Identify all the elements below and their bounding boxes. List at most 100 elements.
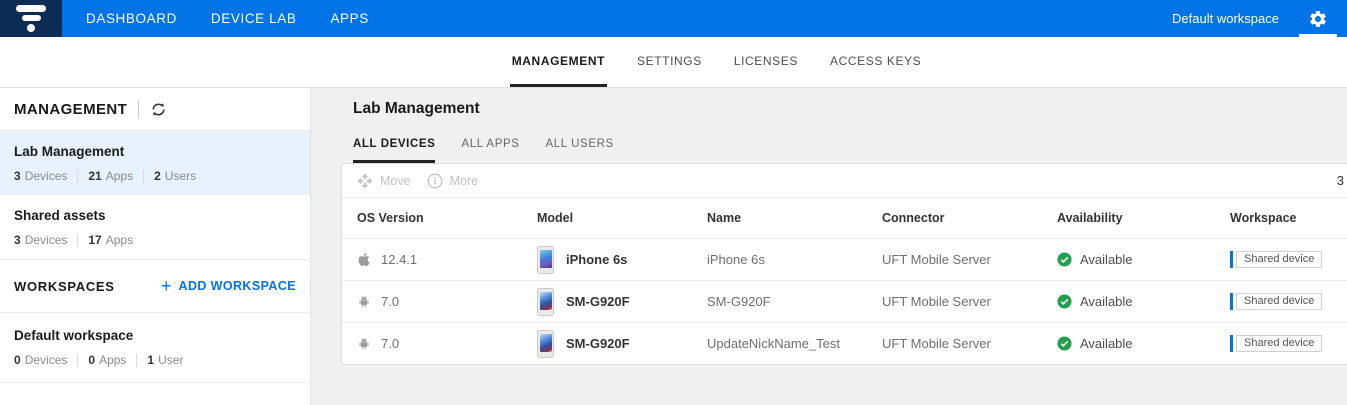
device-thumbnail bbox=[537, 330, 554, 358]
tab-all-devices[interactable]: ALL DEVICES bbox=[353, 138, 435, 163]
logo-bar bbox=[16, 5, 46, 12]
sidebar-item-default-workspace[interactable]: Default workspace 0 Devices 0 Apps 1 User bbox=[0, 312, 310, 383]
logo-bar bbox=[22, 15, 41, 21]
logo-dot bbox=[27, 24, 35, 32]
table-row[interactable]: 7.0 SM-G920F UpdateNickName_Test UFT Mob… bbox=[342, 322, 1347, 364]
stat-label: Devices bbox=[25, 353, 68, 367]
tab-all-users[interactable]: ALL USERS bbox=[546, 138, 614, 163]
check-circle-icon bbox=[1057, 336, 1072, 351]
device-thumbnail bbox=[537, 288, 554, 316]
device-connector: UFT Mobile Server bbox=[882, 294, 1057, 309]
device-model: SM-G920F bbox=[566, 294, 630, 309]
badge-accent-bar bbox=[1230, 335, 1233, 352]
more-button[interactable]: More bbox=[427, 173, 478, 189]
col-model[interactable]: Model bbox=[537, 211, 707, 225]
main-content: Lab Management ALL DEVICES ALL APPS ALL … bbox=[311, 88, 1347, 405]
stat-count: 0 bbox=[14, 353, 21, 367]
device-count: 3 bbox=[1337, 173, 1344, 188]
col-workspace[interactable]: Workspace bbox=[1230, 211, 1347, 225]
sidebar-item-shared-assets[interactable]: Shared assets 3Devices 17Apps bbox=[0, 195, 310, 260]
stat-count: 1 bbox=[147, 353, 154, 367]
table-row[interactable]: 12.4.1 iPhone 6s iPhone 6s UFT Mobile Se… bbox=[342, 238, 1347, 280]
refresh-icon bbox=[150, 101, 167, 118]
divider bbox=[77, 170, 78, 183]
sidebar-item-lab-management[interactable]: Lab Management 3Devices 21Apps 2Users bbox=[0, 131, 310, 195]
workspace-badge: Shared device bbox=[1230, 293, 1322, 310]
check-circle-icon bbox=[1057, 252, 1072, 267]
table-toolbar: Move More 3 bbox=[342, 164, 1347, 198]
table-header-row: OS Version Model Name Connector Availabi… bbox=[342, 198, 1347, 238]
lab-stats: 3Devices 21Apps 2Users bbox=[14, 169, 296, 183]
stat-count: 17 bbox=[88, 233, 101, 247]
stat-label: Users bbox=[165, 169, 196, 183]
availability-status: Available bbox=[1080, 252, 1133, 267]
divider bbox=[136, 354, 137, 367]
gear-icon bbox=[1308, 9, 1328, 29]
nav-apps[interactable]: APPS bbox=[330, 11, 368, 26]
tab-access-keys[interactable]: ACCESS KEYS bbox=[828, 37, 923, 87]
workspace-badge: Shared device bbox=[1230, 335, 1322, 352]
stat-count: 3 bbox=[14, 169, 21, 183]
os-version: 7.0 bbox=[381, 294, 399, 309]
apple-icon bbox=[357, 252, 372, 267]
primary-nav: DASHBOARD DEVICE LAB APPS bbox=[86, 0, 369, 37]
col-connector[interactable]: Connector bbox=[882, 211, 1057, 225]
workspace-name: Default workspace bbox=[14, 328, 296, 343]
badge-label: Shared device bbox=[1236, 293, 1322, 310]
badge-label: Shared device bbox=[1236, 251, 1322, 268]
device-name: SM-G920F bbox=[707, 294, 882, 309]
device-thumbnail bbox=[537, 246, 554, 274]
nav-device-lab[interactable]: DEVICE LAB bbox=[211, 11, 297, 26]
stat-count: 21 bbox=[88, 169, 101, 183]
os-version: 7.0 bbox=[381, 336, 399, 351]
tab-management[interactable]: MANAGEMENT bbox=[510, 37, 607, 87]
check-circle-icon bbox=[1057, 294, 1072, 309]
stat-label: Devices bbox=[25, 169, 68, 183]
badge-accent-bar bbox=[1230, 251, 1233, 268]
divider bbox=[77, 354, 78, 367]
android-icon bbox=[357, 337, 372, 351]
lab-name: Shared assets bbox=[14, 208, 296, 223]
workspaces-title: WORKSPACES bbox=[14, 279, 115, 294]
lab-name: Lab Management bbox=[14, 144, 296, 159]
tab-licenses[interactable]: LICENSES bbox=[732, 37, 800, 87]
col-name[interactable]: Name bbox=[707, 211, 882, 225]
stat-label: Apps bbox=[99, 353, 126, 367]
top-navbar: DASHBOARD DEVICE LAB APPS Default worksp… bbox=[0, 0, 1347, 37]
move-icon bbox=[357, 173, 373, 189]
add-workspace-button[interactable]: + ADD WORKSPACE bbox=[161, 277, 296, 295]
col-availability[interactable]: Availability bbox=[1057, 211, 1230, 225]
device-connector: UFT Mobile Server bbox=[882, 252, 1057, 267]
stat-label: User bbox=[158, 353, 183, 367]
devices-table-card: Move More 3 OS Version Model Name Connec… bbox=[341, 163, 1347, 365]
tab-all-apps[interactable]: ALL APPS bbox=[461, 138, 519, 163]
sidebar-header: MANAGEMENT bbox=[0, 88, 310, 131]
refresh-button[interactable] bbox=[150, 101, 167, 118]
settings-gear-button[interactable] bbox=[1299, 0, 1337, 37]
uft-mobile-logo-icon[interactable] bbox=[0, 0, 62, 37]
topnav-right: Default workspace bbox=[1172, 0, 1347, 37]
col-os-version[interactable]: OS Version bbox=[357, 211, 537, 225]
badge-label: Shared device bbox=[1236, 335, 1322, 352]
availability-status: Available bbox=[1080, 294, 1133, 309]
workspace-selector[interactable]: Default workspace bbox=[1172, 11, 1279, 26]
workspace-stats: 0 Devices 0 Apps 1 User bbox=[14, 353, 296, 367]
tab-settings[interactable]: SETTINGS bbox=[635, 37, 704, 87]
move-button[interactable]: Move bbox=[357, 173, 411, 189]
availability-status: Available bbox=[1080, 336, 1133, 351]
table-row[interactable]: 7.0 SM-G920F SM-G920F UFT Mobile Server … bbox=[342, 280, 1347, 322]
workspace-badge: Shared device bbox=[1230, 251, 1322, 268]
nav-dashboard[interactable]: DASHBOARD bbox=[86, 11, 177, 26]
lab-stats: 3Devices 17Apps bbox=[14, 233, 296, 247]
active-nav-indicator bbox=[1299, 34, 1337, 37]
management-sidebar: MANAGEMENT Lab Management 3 bbox=[0, 88, 311, 405]
badge-accent-bar bbox=[1230, 293, 1233, 310]
stat-label: Devices bbox=[25, 233, 68, 247]
stat-count: 0 bbox=[88, 353, 95, 367]
admin-tab-bar: MANAGEMENT SETTINGS LICENSES ACCESS KEYS bbox=[0, 37, 1347, 88]
uft-mobile-app: DASHBOARD DEVICE LAB APPS Default worksp… bbox=[0, 0, 1347, 405]
stat-label: Apps bbox=[106, 233, 133, 247]
android-icon bbox=[357, 295, 372, 309]
info-icon bbox=[427, 173, 443, 189]
device-connector: UFT Mobile Server bbox=[882, 336, 1057, 351]
